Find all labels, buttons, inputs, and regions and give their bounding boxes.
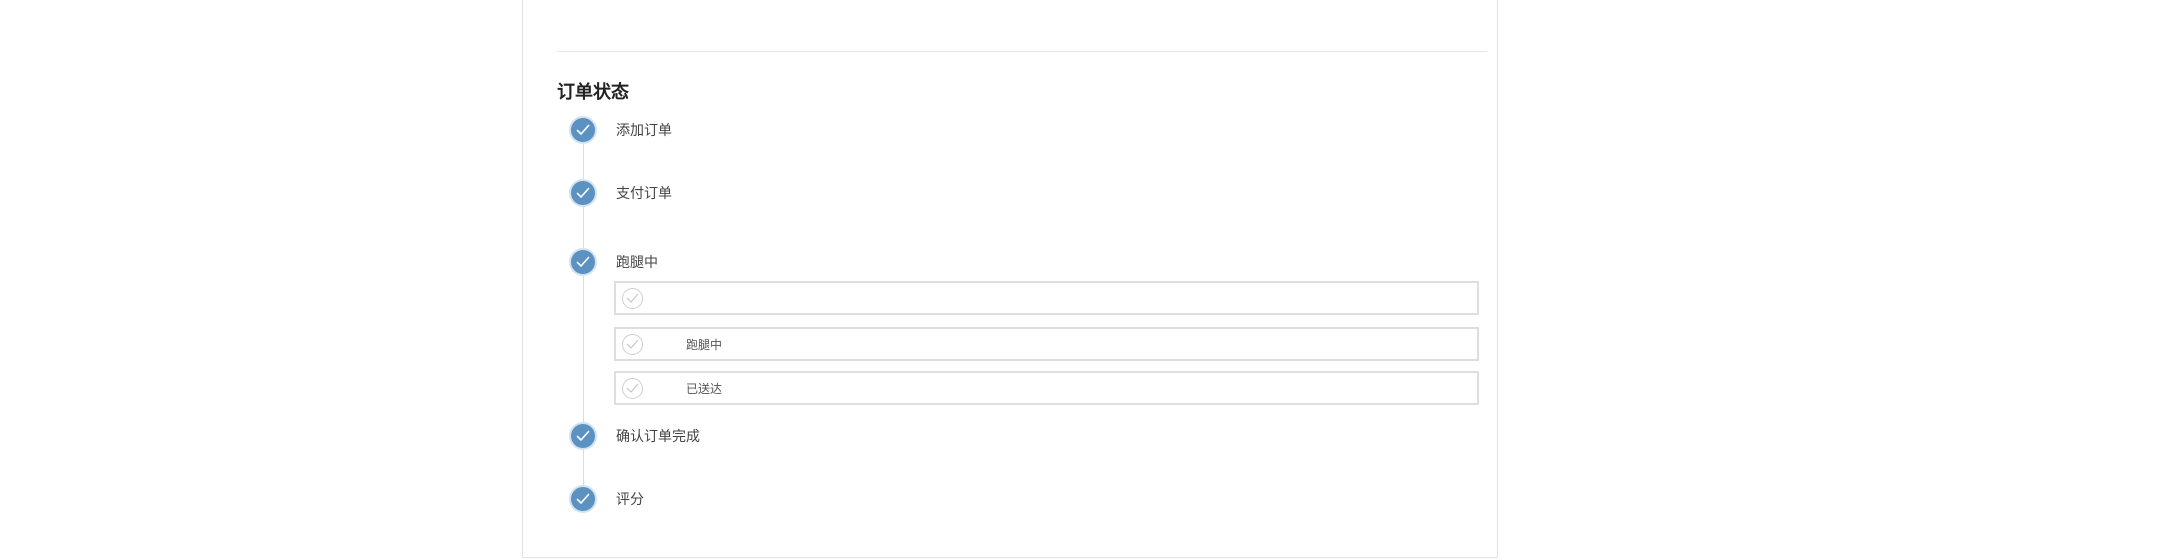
sub-step-label: 已送达 [686, 382, 723, 396]
content-panel [522, 0, 1498, 558]
check-circle-icon [571, 424, 595, 448]
step-label: 添加订单 [616, 123, 672, 139]
check-circle-outline-icon [622, 378, 643, 399]
step-label: 确认订单完成 [616, 429, 700, 445]
page: 订单状态 添加订单 支付订单 跑腿中 跑腿中 已送达 确认订单完成 评分 [0, 0, 2160, 560]
sub-step-row: 已送达 [614, 371, 1479, 405]
step-label: 评分 [616, 492, 644, 508]
sub-step-label: 跑腿中 [686, 338, 723, 352]
check-circle-icon [571, 487, 595, 511]
check-circle-icon [571, 181, 595, 205]
step-label: 支付订单 [616, 186, 672, 202]
check-circle-icon [571, 250, 595, 274]
sub-step-row [614, 281, 1479, 315]
check-circle-outline-icon [622, 334, 643, 355]
sub-step-row: 跑腿中 [614, 327, 1479, 361]
check-circle-icon [571, 118, 595, 142]
step-label: 跑腿中 [616, 255, 658, 271]
order-status-title: 订单状态 [557, 82, 629, 103]
section-divider [557, 51, 1487, 52]
check-circle-outline-icon [622, 288, 643, 309]
